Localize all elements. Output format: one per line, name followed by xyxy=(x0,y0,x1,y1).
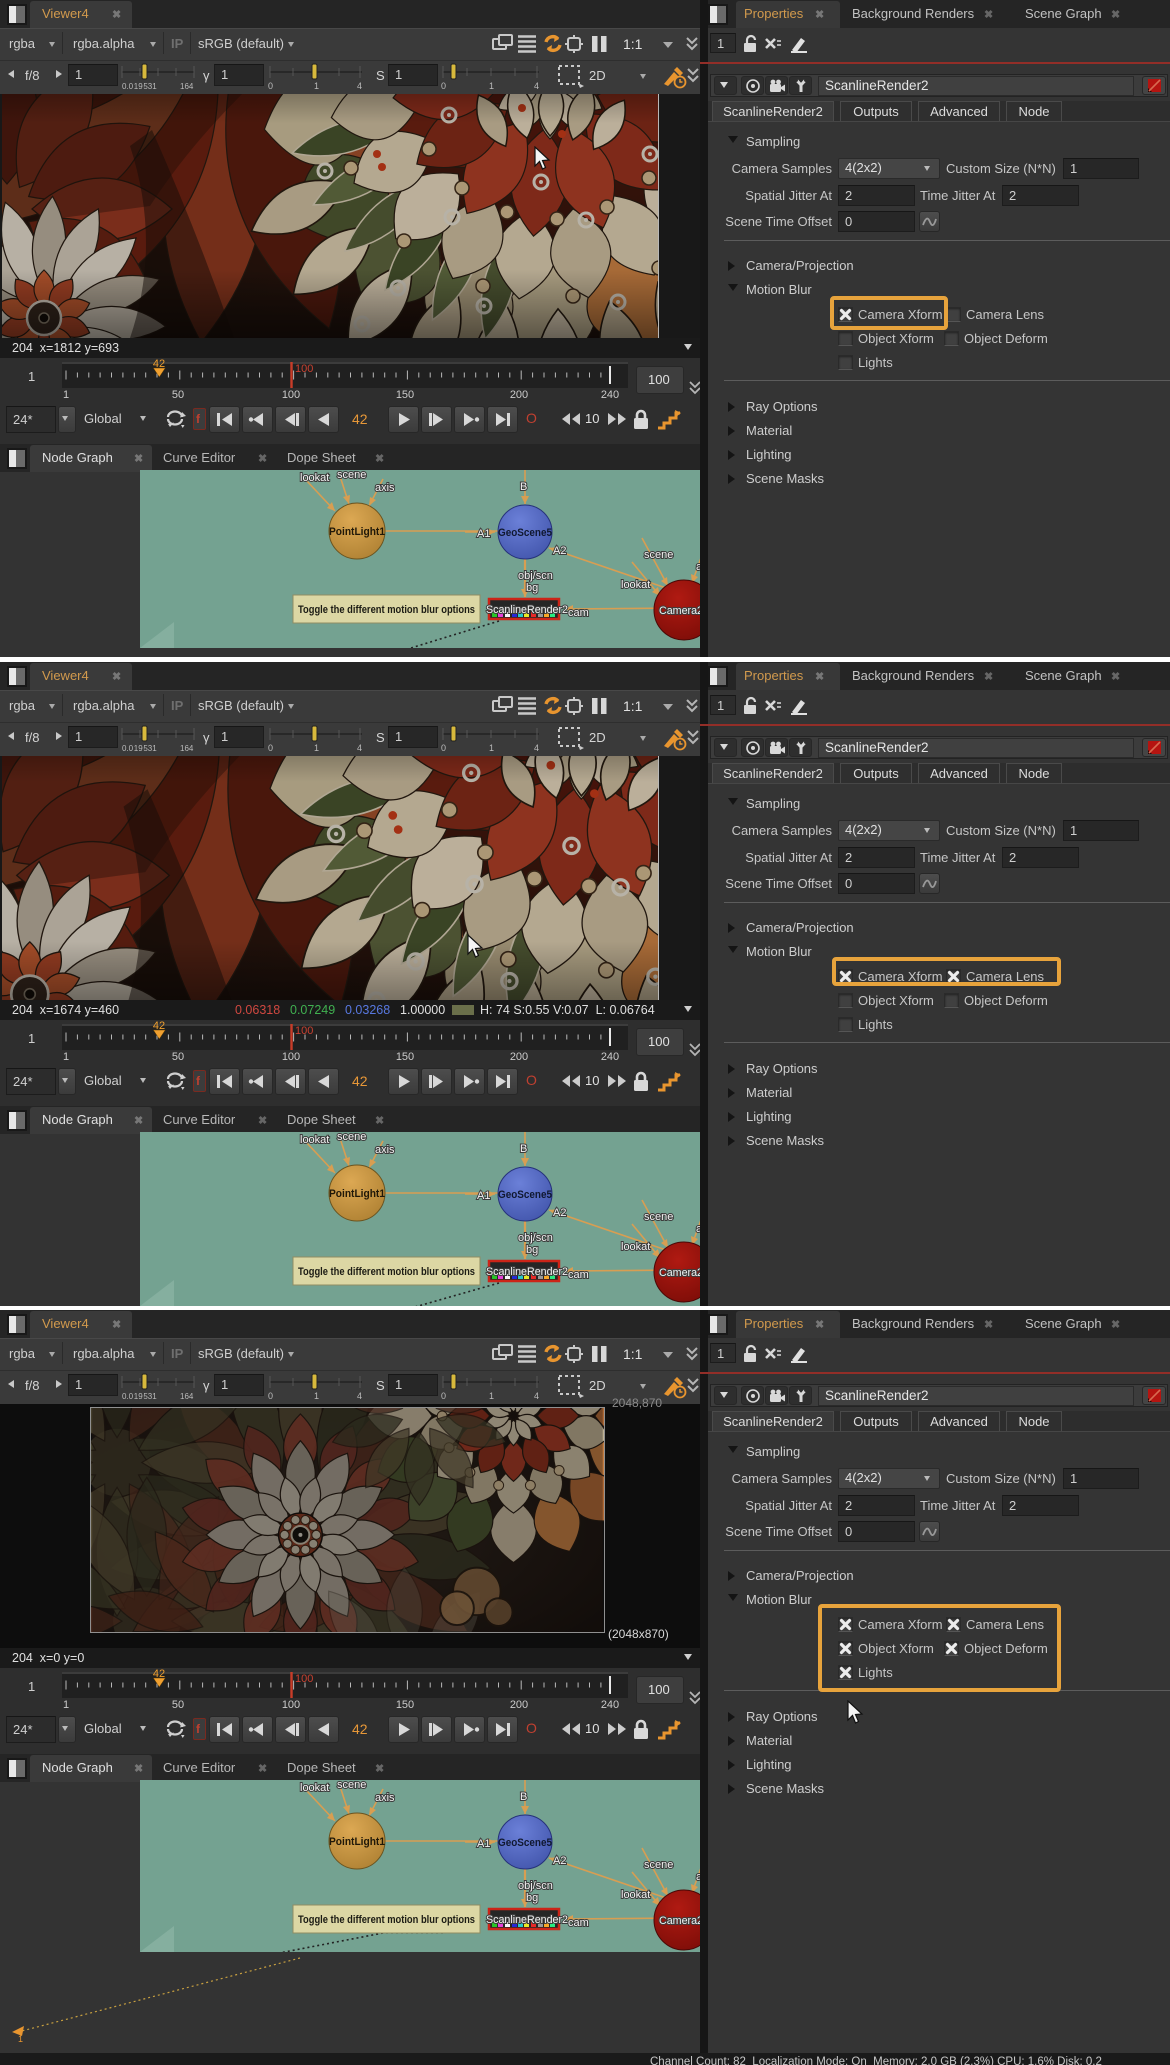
svg-text:0: 0 xyxy=(441,743,446,753)
svg-text:PointLight1: PointLight1 xyxy=(329,1836,385,1848)
svg-text:164: 164 xyxy=(180,744,194,753)
svg-text:1: 1 xyxy=(314,81,319,91)
svg-text:A2: A2 xyxy=(553,1207,566,1219)
svg-text:scene: scene xyxy=(644,1859,673,1871)
svg-text:0.0 19 531: 0.0 19 531 xyxy=(122,1392,157,1401)
svg-text:164: 164 xyxy=(180,82,194,91)
svg-text:0: 0 xyxy=(441,81,446,91)
svg-text:PointLight1: PointLight1 xyxy=(329,526,385,538)
svg-text:150: 150 xyxy=(396,389,414,400)
svg-text:PointLight1: PointLight1 xyxy=(329,1188,385,1200)
svg-text:0.0 19 531: 0.0 19 531 xyxy=(122,744,157,753)
svg-text:ScanlineRender2: ScanlineRender2 xyxy=(486,604,568,616)
svg-text:0.0 19 531: 0.0 19 531 xyxy=(122,82,157,91)
svg-text:A1: A1 xyxy=(477,1838,490,1850)
svg-text:100: 100 xyxy=(295,1673,313,1685)
svg-text:B: B xyxy=(520,1143,527,1155)
svg-text:scene: scene xyxy=(337,1132,366,1143)
svg-text:1: 1 xyxy=(63,1699,69,1710)
svg-text:GeoScene5: GeoScene5 xyxy=(498,1837,552,1849)
svg-text:A1: A1 xyxy=(477,1190,490,1202)
svg-text:164: 164 xyxy=(180,1392,194,1401)
svg-text:100: 100 xyxy=(282,1051,300,1062)
svg-text:A2: A2 xyxy=(553,545,566,557)
svg-text:obj/scn: obj/scn xyxy=(518,570,553,582)
svg-text:obj/scn: obj/scn xyxy=(518,1880,553,1892)
svg-text:bg: bg xyxy=(526,582,538,594)
svg-text:axis: axis xyxy=(375,1792,395,1804)
svg-text:4: 4 xyxy=(534,1391,539,1401)
svg-text:1: 1 xyxy=(63,1051,69,1062)
svg-text:150: 150 xyxy=(396,1051,414,1062)
svg-text:Toggle the different motion bl: Toggle the different motion blur options xyxy=(298,604,475,616)
svg-text:240: 240 xyxy=(601,1051,619,1062)
svg-text:B: B xyxy=(520,1791,527,1803)
svg-text:0: 0 xyxy=(268,1391,273,1401)
svg-text:200: 200 xyxy=(510,1051,528,1062)
svg-text:GeoScene5: GeoScene5 xyxy=(498,527,552,539)
svg-text:scene: scene xyxy=(644,1211,673,1223)
svg-text:1: 1 xyxy=(63,389,69,400)
svg-text:50: 50 xyxy=(172,1051,184,1062)
svg-text:lookat: lookat xyxy=(621,579,650,591)
svg-text:1: 1 xyxy=(18,2034,23,2044)
svg-text:1: 1 xyxy=(489,81,494,91)
svg-text:lookat: lookat xyxy=(300,1134,329,1146)
svg-text:cam: cam xyxy=(568,1917,589,1929)
svg-text:scene: scene xyxy=(644,549,673,561)
svg-text:100: 100 xyxy=(295,1025,313,1037)
svg-text:Toggle the different motion bl: Toggle the different motion blur options xyxy=(298,1266,475,1278)
svg-text:4: 4 xyxy=(357,81,362,91)
svg-text:ScanlineRender2: ScanlineRender2 xyxy=(486,1914,568,1926)
svg-text:200: 200 xyxy=(510,389,528,400)
svg-text:Camera2: Camera2 xyxy=(659,605,702,617)
svg-text:bg: bg xyxy=(526,1244,538,1256)
svg-text:lookat: lookat xyxy=(300,472,329,484)
svg-text:1: 1 xyxy=(314,1391,319,1401)
svg-text:lookat: lookat xyxy=(300,1782,329,1794)
svg-text:lookat: lookat xyxy=(621,1889,650,1901)
svg-text:1: 1 xyxy=(489,1391,494,1401)
svg-text:1:1: 1:1 xyxy=(623,36,643,52)
svg-text:100: 100 xyxy=(282,1699,300,1710)
svg-text:50: 50 xyxy=(172,389,184,400)
svg-text:scene: scene xyxy=(337,1780,366,1791)
svg-text:0: 0 xyxy=(441,1391,446,1401)
svg-text:100: 100 xyxy=(282,389,300,400)
svg-text:cam: cam xyxy=(568,607,589,619)
svg-text:240: 240 xyxy=(601,389,619,400)
svg-text:B: B xyxy=(520,481,527,493)
svg-text:200: 200 xyxy=(510,1699,528,1710)
svg-text:240: 240 xyxy=(601,1699,619,1710)
svg-text:150: 150 xyxy=(396,1699,414,1710)
svg-text:Camera2: Camera2 xyxy=(659,1267,702,1279)
svg-text:axis: axis xyxy=(375,1144,395,1156)
svg-text:GeoScene5: GeoScene5 xyxy=(498,1189,552,1201)
svg-text:A1: A1 xyxy=(477,528,490,540)
svg-text:cam: cam xyxy=(568,1269,589,1281)
svg-text:axis: axis xyxy=(375,482,395,494)
svg-text:obj/scn: obj/scn xyxy=(518,1232,553,1244)
svg-text:1:1: 1:1 xyxy=(623,698,643,714)
svg-text:A2: A2 xyxy=(553,1855,566,1867)
svg-text:4: 4 xyxy=(534,81,539,91)
svg-text:1:1: 1:1 xyxy=(623,1346,643,1362)
svg-text:4: 4 xyxy=(357,1391,362,1401)
svg-text:0: 0 xyxy=(268,81,273,91)
svg-text:Toggle the different motion bl: Toggle the different motion blur options xyxy=(298,1914,475,1926)
svg-text:100: 100 xyxy=(295,363,313,375)
svg-text:scene: scene xyxy=(337,470,366,481)
svg-text:50: 50 xyxy=(172,1699,184,1710)
svg-text:lookat: lookat xyxy=(621,1241,650,1253)
svg-text:ScanlineRender2: ScanlineRender2 xyxy=(486,1266,568,1278)
svg-text:Camera2: Camera2 xyxy=(659,1915,702,1927)
svg-text:1: 1 xyxy=(314,743,319,753)
svg-text:4: 4 xyxy=(534,743,539,753)
svg-text:bg: bg xyxy=(526,1892,538,1904)
svg-text:0: 0 xyxy=(268,743,273,753)
svg-text:4: 4 xyxy=(357,743,362,753)
svg-text:1: 1 xyxy=(489,743,494,753)
